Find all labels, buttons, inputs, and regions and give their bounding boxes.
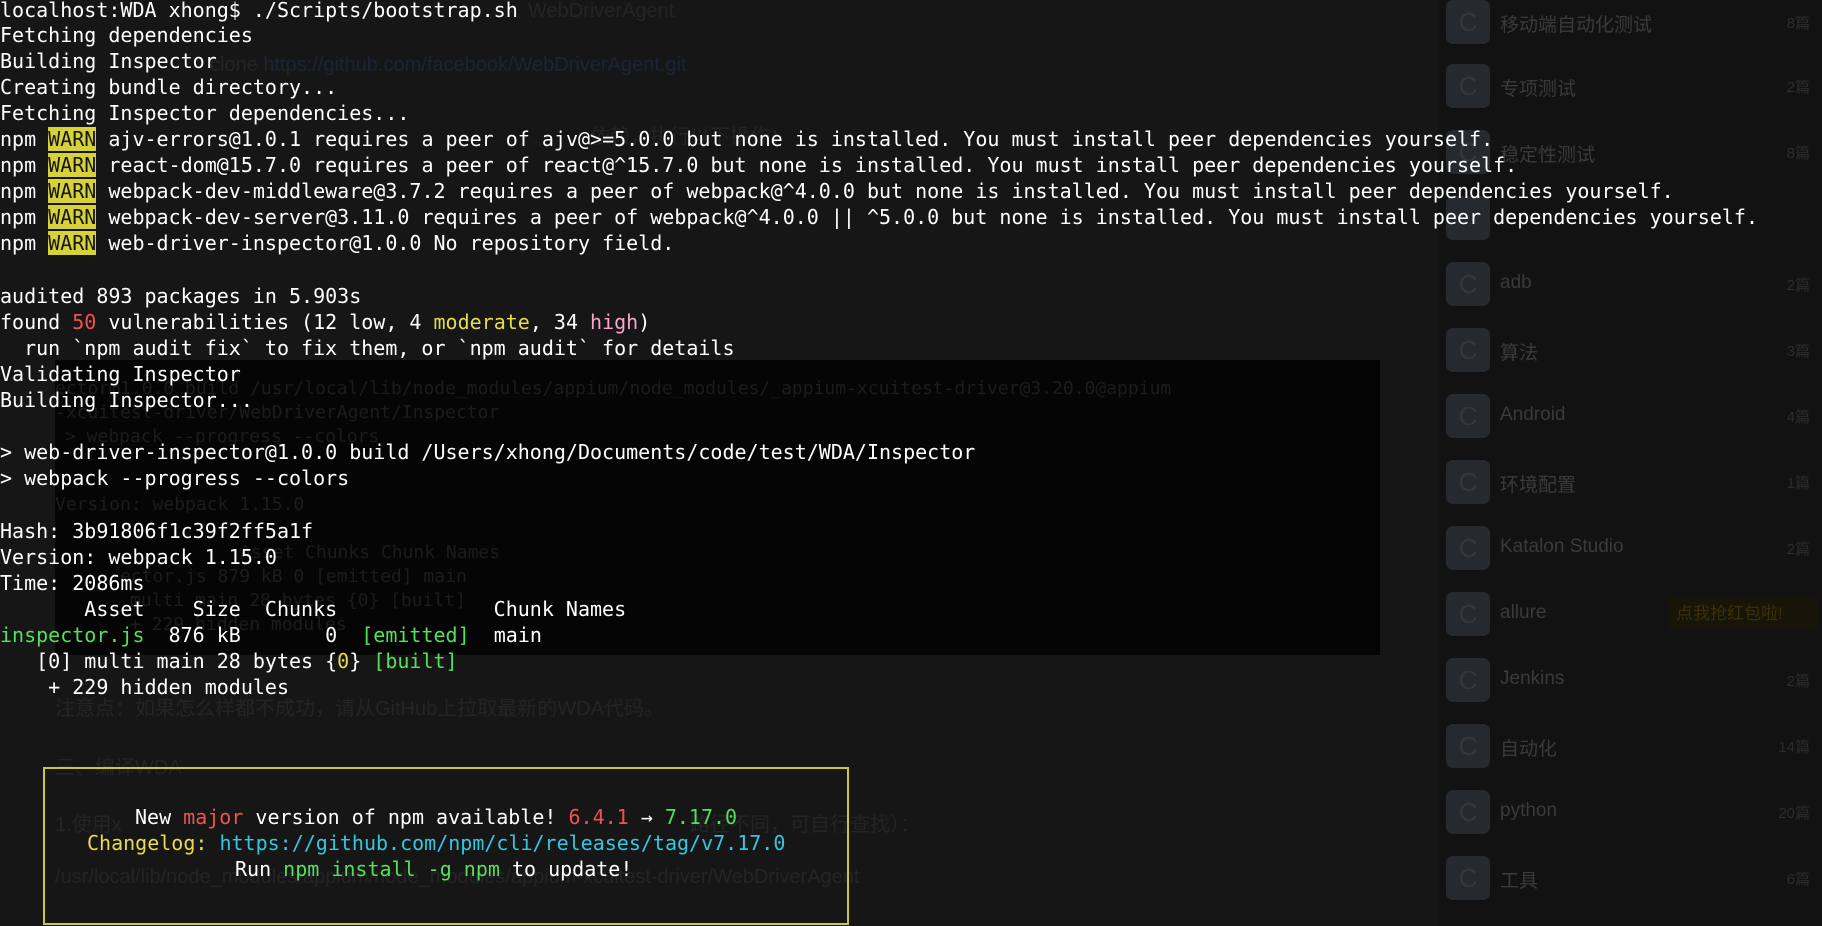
- module-prefix: [0] multi main 28 bytes {: [0, 649, 338, 673]
- old-version: 6.4.1: [568, 805, 629, 829]
- new-prefix: New: [135, 805, 184, 829]
- emitted-tag: [emitted]: [361, 623, 470, 647]
- npm-prefix: npm: [0, 127, 37, 151]
- run-suffix: to update!: [499, 857, 633, 881]
- high-label: high: [590, 310, 639, 334]
- warn-message: ajv-errors@1.0.1 requires a peer of ajv@…: [108, 127, 1494, 151]
- module-chunk-id: 0: [337, 649, 350, 673]
- webpack-version: Version: webpack 1.15.0: [0, 545, 277, 569]
- found-prefix: found: [0, 310, 73, 334]
- terminal-prompt: localhost:WDA xhong$ ./Scripts/bootstrap…: [0, 0, 518, 22]
- asset-table-header: Asset Size Chunks Chunk Names: [0, 597, 627, 621]
- vuln-count: 50: [72, 310, 97, 334]
- audit-hint: run `npm audit fix` to fix them, or `npm…: [0, 336, 735, 360]
- npm-update-instruction: Run npm install -g npm to update!: [235, 856, 632, 882]
- asset-chunk-name: main: [469, 623, 542, 647]
- update-command: npm install -g npm: [283, 857, 500, 881]
- audit-summary: audited 893 packages in 5.903s: [0, 284, 362, 308]
- warn-badge: WARN: [48, 205, 97, 229]
- warn-badge: WARN: [48, 127, 97, 151]
- version-arrow: →: [628, 805, 665, 829]
- build-command: > web-driver-inspector@1.0.0 build /User…: [0, 440, 976, 464]
- terminal-line: Building Inspector...: [0, 388, 253, 412]
- terminal-line: Fetching dependencies: [0, 23, 253, 47]
- terminal-line: Creating bundle directory...: [0, 75, 338, 99]
- npm-warn-line: npm WARN webpack-dev-server@3.11.0 requi…: [0, 204, 1758, 230]
- webpack-command: > webpack --progress --colors: [0, 466, 350, 490]
- npm-prefix: npm: [0, 231, 37, 255]
- changelog-link[interactable]: https://github.com/npm/cli/releases/tag/…: [219, 831, 785, 855]
- new-version: 7.17.0: [664, 805, 738, 829]
- warn-badge: WARN: [48, 179, 97, 203]
- npm-warn-line: npm WARN react-dom@15.7.0 requires a pee…: [0, 152, 1517, 178]
- vulnerability-summary: found 50 vulnerabilities (12 low, 4 mode…: [0, 309, 650, 335]
- found-mid: vulnerabilities (12 low, 4: [96, 310, 434, 334]
- npm-prefix: npm: [0, 153, 37, 177]
- found-mid2: , 34: [529, 310, 591, 334]
- built-tag: [built]: [373, 649, 458, 673]
- asset-row: inspector.js 876 kB 0 [emitted] main: [0, 622, 542, 648]
- warn-badge: WARN: [48, 153, 97, 177]
- warn-message: webpack-dev-middleware@3.7.2 requires a …: [108, 179, 1674, 203]
- asset-name: inspector.js: [0, 623, 145, 647]
- npm-warn-line: npm WARN web-driver-inspector@1.0.0 No r…: [0, 230, 674, 256]
- new-mid: version of npm available!: [243, 805, 569, 829]
- npm-prefix: npm: [0, 205, 37, 229]
- run-prefix: Run: [235, 857, 284, 881]
- found-end: ): [638, 310, 651, 334]
- build-time: Time: 2086ms: [0, 571, 145, 595]
- terminal-line: Validating Inspector: [0, 362, 241, 386]
- module-mid: }: [349, 649, 374, 673]
- asset-size: 876 kB 0: [144, 623, 362, 647]
- module-row: [0] multi main 28 bytes {0} [built]: [0, 648, 458, 674]
- npm-warn-line: npm WARN ajv-errors@1.0.1 requires a pee…: [0, 126, 1493, 152]
- moderate-label: moderate: [433, 310, 530, 334]
- npm-warn-line: npm WARN webpack-dev-middleware@3.7.2 re…: [0, 178, 1674, 204]
- terminal-output: localhost:WDA xhong$ ./Scripts/bootstrap…: [0, 0, 1822, 926]
- hidden-modules: + 229 hidden modules: [0, 675, 289, 699]
- terminal-line: Fetching Inspector dependencies...: [0, 101, 410, 125]
- npm-prefix: npm: [0, 179, 37, 203]
- changelog-label: Changelog:: [87, 831, 220, 855]
- major-label: major: [183, 805, 244, 829]
- warn-message: webpack-dev-server@3.11.0 requires a pee…: [108, 205, 1759, 229]
- terminal-line: Building Inspector: [0, 49, 217, 73]
- warn-message: react-dom@15.7.0 requires a peer of reac…: [108, 153, 1518, 177]
- npm-changelog: Changelog: https://github.com/npm/cli/re…: [87, 830, 785, 856]
- build-hash: Hash: 3b91806f1c39f2ff5a1f: [0, 519, 314, 543]
- warn-badge: WARN: [48, 231, 97, 255]
- npm-update-notice: New major version of npm available! 6.4.…: [43, 767, 849, 925]
- warn-message: web-driver-inspector@1.0.0 No repository…: [108, 231, 675, 255]
- npm-update-headline: New major version of npm available! 6.4.…: [135, 804, 737, 830]
